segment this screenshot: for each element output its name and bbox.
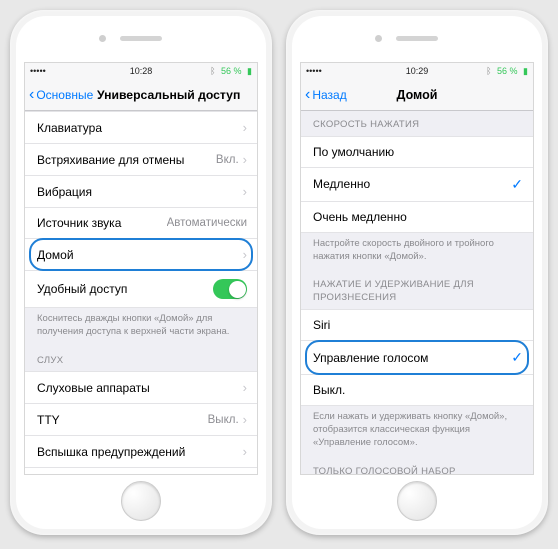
check-icon: ✓ bbox=[511, 349, 523, 366]
row-speed-very-slow[interactable]: Очень медленно bbox=[301, 202, 533, 233]
section-voice-dial: ТОЛЬКО ГОЛОСОВОЙ НАБОР bbox=[301, 454, 533, 475]
phone-camera bbox=[375, 35, 382, 42]
nav-bar: ‹ Назад Домой bbox=[301, 79, 533, 111]
row-siri[interactable]: Siri bbox=[301, 309, 533, 341]
phone-speaker bbox=[120, 36, 162, 41]
signal-icon: ••••• bbox=[30, 66, 46, 76]
phone-speaker bbox=[396, 36, 438, 41]
chevron-left-icon: ‹ bbox=[305, 86, 310, 104]
chevron-right-icon: › bbox=[243, 380, 247, 395]
row-label: По умолчанию bbox=[313, 145, 394, 159]
row-label: Медленно bbox=[313, 177, 370, 191]
section-click-speed: СКОРОСТЬ НАЖАТИЯ bbox=[301, 111, 533, 136]
row-sound-source[interactable]: Источник звука Автоматически bbox=[25, 208, 257, 239]
home-button[interactable] bbox=[121, 481, 161, 521]
chevron-left-icon: ‹ bbox=[29, 86, 34, 104]
row-label: Клавиатура bbox=[37, 121, 102, 135]
back-button[interactable]: ‹ Назад bbox=[301, 86, 347, 104]
footer-text-home: Коснитесь дважды кнопки «Домой» для полу… bbox=[25, 308, 257, 343]
battery-icon: ▮ bbox=[523, 66, 528, 76]
back-label: Назад bbox=[312, 88, 346, 102]
phone-camera bbox=[99, 35, 106, 42]
row-vibration[interactable]: Вибрация › bbox=[25, 176, 257, 208]
row-value: Вкл. bbox=[216, 154, 239, 166]
row-keyboard[interactable]: Клавиатура › bbox=[25, 111, 257, 144]
bluetooth-icon: ᛒ bbox=[210, 66, 215, 76]
settings-list: СКОРОСТЬ НАЖАТИЯ По умолчанию Медленно ✓… bbox=[301, 111, 533, 474]
chevron-right-icon: › bbox=[243, 152, 247, 167]
status-bar: ••••• 10:28 ᛒ 56 % ▮ bbox=[25, 63, 257, 79]
row-hearing-aids[interactable]: Слуховые аппараты › bbox=[25, 371, 257, 404]
row-label: Выкл. bbox=[313, 383, 345, 397]
row-off[interactable]: Выкл. bbox=[301, 375, 533, 406]
phone-left: ••••• 10:28 ᛒ 56 % ▮ ‹ Основные Универса… bbox=[10, 10, 272, 535]
row-label: Встряхивание для отмены bbox=[37, 153, 184, 167]
row-value: Автоматически bbox=[167, 217, 247, 229]
row-label: Управление голосом bbox=[313, 351, 428, 365]
chevron-right-icon: › bbox=[243, 184, 247, 199]
screen: ••••• 10:28 ᛒ 56 % ▮ ‹ Основные Универса… bbox=[24, 62, 258, 475]
row-label: Источник звука bbox=[37, 216, 121, 230]
row-reachability[interactable]: Удобный доступ bbox=[25, 271, 257, 308]
screen: ••••• 10:29 ᛒ 56 % ▮ ‹ Назад Домой СКОРО… bbox=[300, 62, 534, 475]
row-flash-alerts[interactable]: Вспышка предупреждений › bbox=[25, 436, 257, 468]
row-home[interactable]: Домой › bbox=[25, 239, 257, 271]
row-label: TTY bbox=[37, 413, 60, 427]
check-icon: ✓ bbox=[511, 176, 523, 193]
bluetooth-icon: ᛒ bbox=[486, 66, 491, 76]
row-label: Удобный доступ bbox=[37, 282, 127, 296]
battery-icon: ▮ bbox=[247, 66, 252, 76]
chevron-right-icon: › bbox=[243, 412, 247, 427]
row-label: Слуховые аппараты bbox=[37, 381, 150, 395]
section-press-hold: НАЖАТИЕ И УДЕРЖИВАНИЕ ДЛЯ ПРОИЗНЕСЕНИЯ bbox=[301, 267, 533, 309]
nav-bar: ‹ Основные Универсальный доступ bbox=[25, 79, 257, 111]
row-mono-audio[interactable]: Моно-аудио bbox=[25, 468, 257, 474]
status-time: 10:29 bbox=[406, 66, 429, 76]
phone-right: ••••• 10:29 ᛒ 56 % ▮ ‹ Назад Домой СКОРО… bbox=[286, 10, 548, 535]
section-hearing: СЛУХ bbox=[25, 343, 257, 372]
signal-icon: ••••• bbox=[306, 66, 322, 76]
row-shake-to-undo[interactable]: Встряхивание для отмены Вкл. › bbox=[25, 144, 257, 176]
row-label: Домой bbox=[37, 248, 74, 262]
phone-body: ••••• 10:29 ᛒ 56 % ▮ ‹ Назад Домой СКОРО… bbox=[292, 16, 542, 529]
row-label: Вспышка предупреждений bbox=[37, 445, 185, 459]
chevron-right-icon: › bbox=[243, 444, 247, 459]
battery-label: 56 % bbox=[497, 66, 518, 76]
phone-body: ••••• 10:28 ᛒ 56 % ▮ ‹ Основные Универса… bbox=[16, 16, 266, 529]
back-button[interactable]: ‹ Основные bbox=[25, 86, 93, 104]
chevron-right-icon: › bbox=[243, 247, 247, 262]
row-label: Вибрация bbox=[37, 185, 92, 199]
row-voice-control[interactable]: Управление голосом ✓ bbox=[301, 341, 533, 375]
row-label: Siri bbox=[313, 318, 330, 332]
status-bar: ••••• 10:29 ᛒ 56 % ▮ bbox=[301, 63, 533, 79]
footer-text-speed: Настройте скорость двойного и тройного н… bbox=[301, 233, 533, 268]
chevron-right-icon: › bbox=[243, 120, 247, 135]
row-label: Очень медленно bbox=[313, 210, 407, 224]
row-value: Выкл. bbox=[208, 414, 239, 426]
battery-label: 56 % bbox=[221, 66, 242, 76]
footer-text-hold: Если нажать и удерживать кнопку «Домой»,… bbox=[301, 406, 533, 453]
home-button[interactable] bbox=[397, 481, 437, 521]
row-speed-slow[interactable]: Медленно ✓ bbox=[301, 168, 533, 202]
settings-list: Клавиатура › Встряхивание для отмены Вкл… bbox=[25, 111, 257, 474]
switch-reachability[interactable] bbox=[213, 279, 247, 299]
back-label: Основные bbox=[36, 88, 93, 102]
row-speed-default[interactable]: По умолчанию bbox=[301, 136, 533, 168]
row-tty[interactable]: TTY Выкл. › bbox=[25, 404, 257, 436]
status-time: 10:28 bbox=[130, 66, 153, 76]
